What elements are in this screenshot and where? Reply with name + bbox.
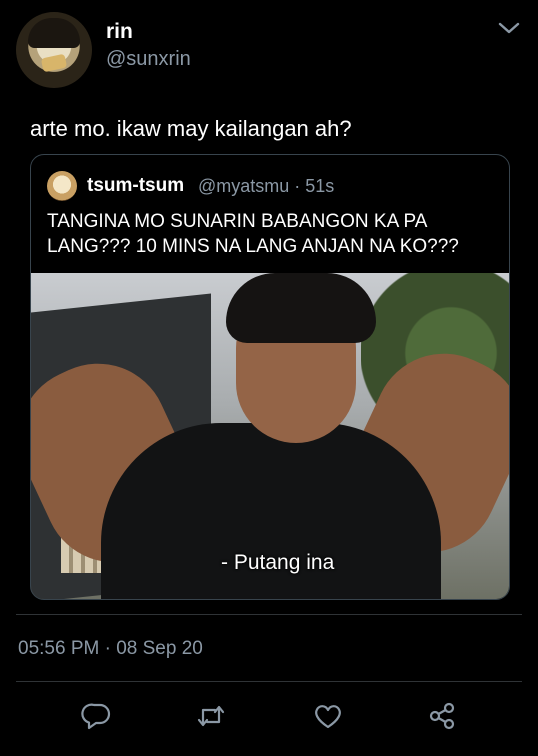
media-hair — [226, 273, 376, 343]
action-bar — [0, 700, 538, 736]
quoted-media-image[interactable]: - Putang ina — [31, 273, 509, 599]
display-name[interactable]: rin — [106, 20, 133, 44]
quoted-avatar — [47, 171, 77, 201]
like-icon[interactable] — [312, 700, 344, 732]
chevron-down-icon[interactable] — [496, 18, 522, 38]
reply-icon[interactable] — [81, 700, 113, 732]
quoted-handle-time: @myatsmu · 51s — [198, 176, 335, 196]
avatar[interactable] — [16, 12, 92, 88]
tweet-text: arte mo. ikaw may kailangan ah? — [30, 116, 352, 141]
quoted-tweet[interactable]: tsum-tsum @myatsmu · 51s TANGINA MO SUNA… — [30, 154, 510, 600]
divider — [16, 681, 522, 682]
divider — [16, 614, 522, 615]
username[interactable]: @sunxrin — [106, 48, 191, 71]
tweet-header: rin @sunxrin — [16, 12, 522, 92]
retweet-icon[interactable] — [195, 700, 227, 732]
share-icon[interactable] — [426, 700, 458, 732]
quoted-tweet-text: TANGINA MO SUNARIN BABANGON KA PA LANG??… — [47, 211, 459, 257]
quoted-display-name: tsum-tsum — [87, 175, 185, 196]
media-subtitle: - Putang ina — [221, 551, 335, 574]
tweet-timestamp[interactable]: 05:56 PM · 08 Sep 20 — [18, 638, 203, 660]
